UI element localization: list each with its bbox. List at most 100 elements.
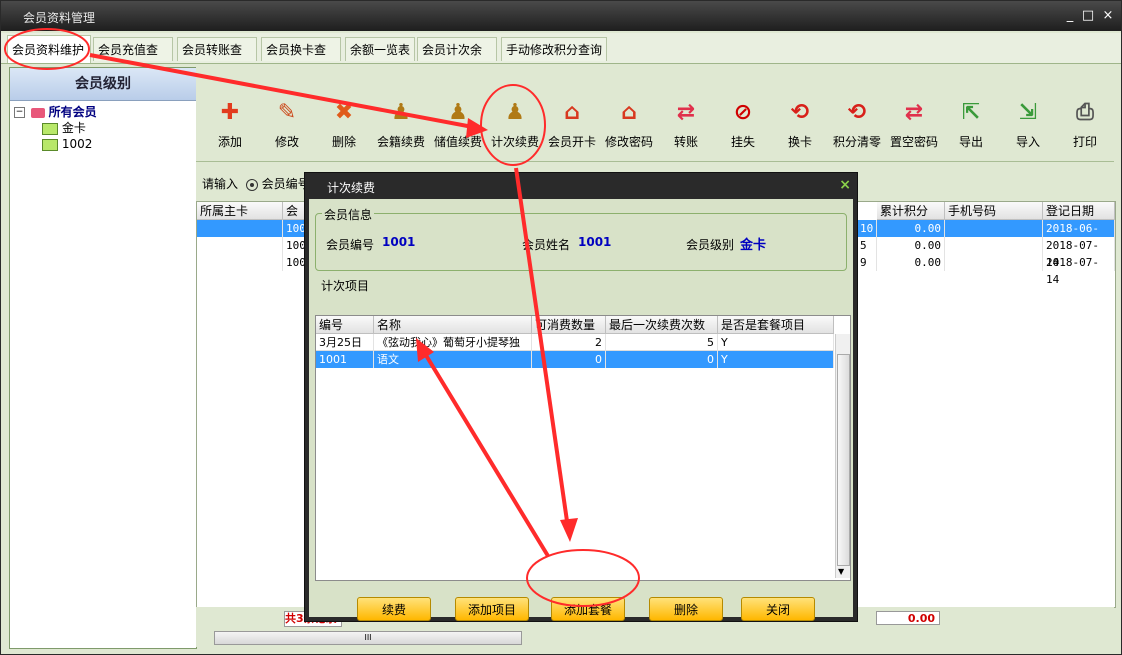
horizontal-scrollbar[interactable]: III	[214, 631, 522, 645]
dialog-cell-last[interactable]: 0	[606, 351, 718, 368]
scroll-thumb-grip: III	[364, 633, 372, 642]
col-header-date[interactable]: 登记日期	[1043, 202, 1115, 220]
cell-phone[interactable]	[945, 220, 1043, 237]
toolbar-button-label: 添加	[217, 135, 242, 149]
toolbar-button[interactable]: ⇄ 转账	[656, 93, 716, 157]
dialog-close-icon[interactable]: ×	[839, 177, 851, 193]
tab-card-change-query[interactable]: 会员换卡查询	[261, 37, 341, 81]
dialog-col-header[interactable]: 可消费数量	[532, 316, 606, 334]
toolbar-button-label: 置空密码	[889, 135, 938, 149]
toolbar-button[interactable]: ⟲ 换卡	[770, 93, 830, 157]
sidebar: 会员级别 − 所有会员 金卡 1002	[9, 67, 197, 649]
col-header-main-card[interactable]: 所属主卡	[197, 202, 283, 220]
tree-toggle-icon[interactable]: −	[14, 107, 25, 118]
cell-phone[interactable]	[945, 254, 1043, 271]
scroll-thumb[interactable]	[837, 354, 850, 566]
tab-balance-overview[interactable]: 余额一览表	[345, 37, 415, 61]
cell-count[interactable]: 5	[857, 237, 877, 254]
scroll-down-icon[interactable]: ▼	[838, 567, 844, 576]
member-no-value: 1001	[382, 235, 416, 249]
cell-points[interactable]: 0.00	[877, 254, 945, 271]
close-icon[interactable]: ×	[1099, 7, 1117, 25]
house-icon: ⌂	[621, 100, 637, 125]
tree-node-label: 所有会员	[48, 105, 97, 119]
add-item-button[interactable]: 添加项目	[455, 597, 529, 621]
dialog-col-header[interactable]: 名称	[374, 316, 532, 334]
toolbar-button[interactable]: ✎ 修改	[257, 93, 317, 157]
renew-button[interactable]: 续费	[357, 597, 431, 621]
count-items-grid: 编号 名称 可消费数量 最后一次续费次数 是否是套餐项目 3月25日 《弦动我心》葡萄牙小提…	[315, 315, 851, 581]
toolbar-button[interactable]: ✖ 删除	[314, 93, 374, 157]
add-package-button[interactable]: 添加套餐	[551, 597, 625, 621]
tree-node-label: 1002	[61, 137, 93, 151]
col-header-phone[interactable]: 手机号码	[945, 202, 1043, 220]
minimize-icon[interactable]: _	[1061, 7, 1079, 25]
toolbar-button[interactable]: ⌂ 会员开卡	[542, 93, 602, 157]
toolbar-button-label: 挂失	[730, 135, 755, 149]
folder-open-icon	[30, 107, 45, 118]
toolbar-button-label: 删除	[331, 135, 356, 149]
total-points: 0.00	[876, 611, 940, 625]
dialog-cell-pkg[interactable]: Y	[718, 334, 834, 351]
dialog-title-bar: 计次续费 ×	[305, 173, 857, 199]
toolbar-button[interactable]: ♟ 会籍续费	[371, 93, 431, 157]
toolbar-button[interactable]: ⇄ 置空密码	[884, 93, 944, 157]
toolbar-button[interactable]: ♟ 储值续费	[428, 93, 488, 157]
dialog-col-header[interactable]: 编号	[316, 316, 374, 334]
cell-points[interactable]: 0.00	[877, 237, 945, 254]
toolbar-button-label: 积分清零	[832, 135, 881, 149]
dialog-cell-qty[interactable]: 2	[532, 334, 606, 351]
tab-count-balance[interactable]: 会员计次余额	[417, 37, 497, 81]
toolbar-button[interactable]: ✚ 添加	[200, 93, 260, 157]
stamp-icon: ♟	[391, 100, 411, 125]
cell-points[interactable]: 0.00	[877, 220, 945, 237]
dialog-cell-name[interactable]: 《弦动我心》葡萄牙小提琴独	[374, 334, 532, 351]
cell-main-card[interactable]	[197, 220, 283, 237]
maximize-icon[interactable]: □	[1079, 7, 1097, 25]
cell-count[interactable]: 9	[857, 254, 877, 271]
dialog-cell-qty[interactable]: 0	[532, 351, 606, 368]
cell-date[interactable]: 2018-06-29	[1043, 220, 1115, 252]
dialog-cell-no[interactable]: 3月25日	[316, 334, 374, 351]
toolbar-button[interactable]: ⊘ 挂失	[713, 93, 773, 157]
import-icon: ⇲	[1018, 100, 1038, 125]
tab-transfer-query[interactable]: 会员转账查询	[177, 37, 257, 81]
cell-main-card[interactable]	[197, 237, 283, 254]
toolbar-button[interactable]: ⌂ 修改密码	[599, 93, 659, 157]
tab-recharge-query[interactable]: 会员充值查询	[93, 37, 173, 81]
delete-button[interactable]: 删除	[649, 597, 723, 621]
count-items-legend: 计次项目	[319, 277, 372, 294]
dialog-cell-pkg[interactable]: Y	[718, 351, 834, 368]
toolbar-button[interactable]: ♟ 计次续费	[485, 93, 545, 157]
tab-strip: 会员资料维护 会员充值查询 会员转账查询 会员换卡查询 余额一览表 会员计次余额…	[1, 33, 1121, 81]
cell-date[interactable]: 2018-07-14	[1043, 254, 1115, 286]
cell-phone[interactable]	[945, 237, 1043, 254]
cell-date[interactable]: 2018-07-14	[1043, 237, 1115, 269]
dialog-col-header[interactable]: 是否是套餐项目	[718, 316, 834, 334]
toolbar-button-label: 计次续费	[490, 135, 539, 149]
toolbar-button[interactable]: ⎙ 打印	[1055, 93, 1115, 157]
toolbar-button[interactable]: ⟲ 积分清零	[827, 93, 887, 157]
cell-count[interactable]: 10	[857, 220, 877, 237]
tree-node-1002[interactable]: 1002	[14, 136, 97, 152]
member-name-label: 会员姓名	[522, 238, 571, 252]
cell-main-card[interactable]	[197, 254, 283, 271]
col-header-points[interactable]: 累计积分	[877, 202, 945, 220]
tab-member-maintenance[interactable]: 会员资料维护	[7, 35, 91, 63]
tree-node-gold[interactable]: 金卡	[14, 120, 97, 136]
dialog-col-header[interactable]: 最后一次续费次数	[606, 316, 718, 334]
count-renewal-dialog: 计次续费 × 会员信息 会员编号 1001 会员姓名 1001 会员级别 金卡 …	[304, 172, 858, 622]
close-button[interactable]: 关闭	[741, 597, 815, 621]
dialog-cell-last[interactable]: 5	[606, 334, 718, 351]
radio-icon[interactable]	[245, 178, 258, 191]
printer-icon: ⎙	[1076, 100, 1094, 125]
tab-manual-points-query[interactable]: 手动修改积分查询	[501, 37, 607, 61]
dialog-cell-no[interactable]: 1001	[316, 351, 374, 368]
search-radio-member-no[interactable]: 会员编号	[262, 177, 310, 191]
dialog-cell-name[interactable]: 语文	[374, 351, 532, 368]
vertical-scrollbar[interactable]: ▼	[835, 334, 850, 578]
tree-node-all[interactable]: − 所有会员	[14, 104, 97, 120]
toolbar-button[interactable]: ⇱ 导出	[941, 93, 1001, 157]
toolbar-button[interactable]: ⇲ 导入	[998, 93, 1058, 157]
house-icon: ⌂	[564, 100, 580, 125]
